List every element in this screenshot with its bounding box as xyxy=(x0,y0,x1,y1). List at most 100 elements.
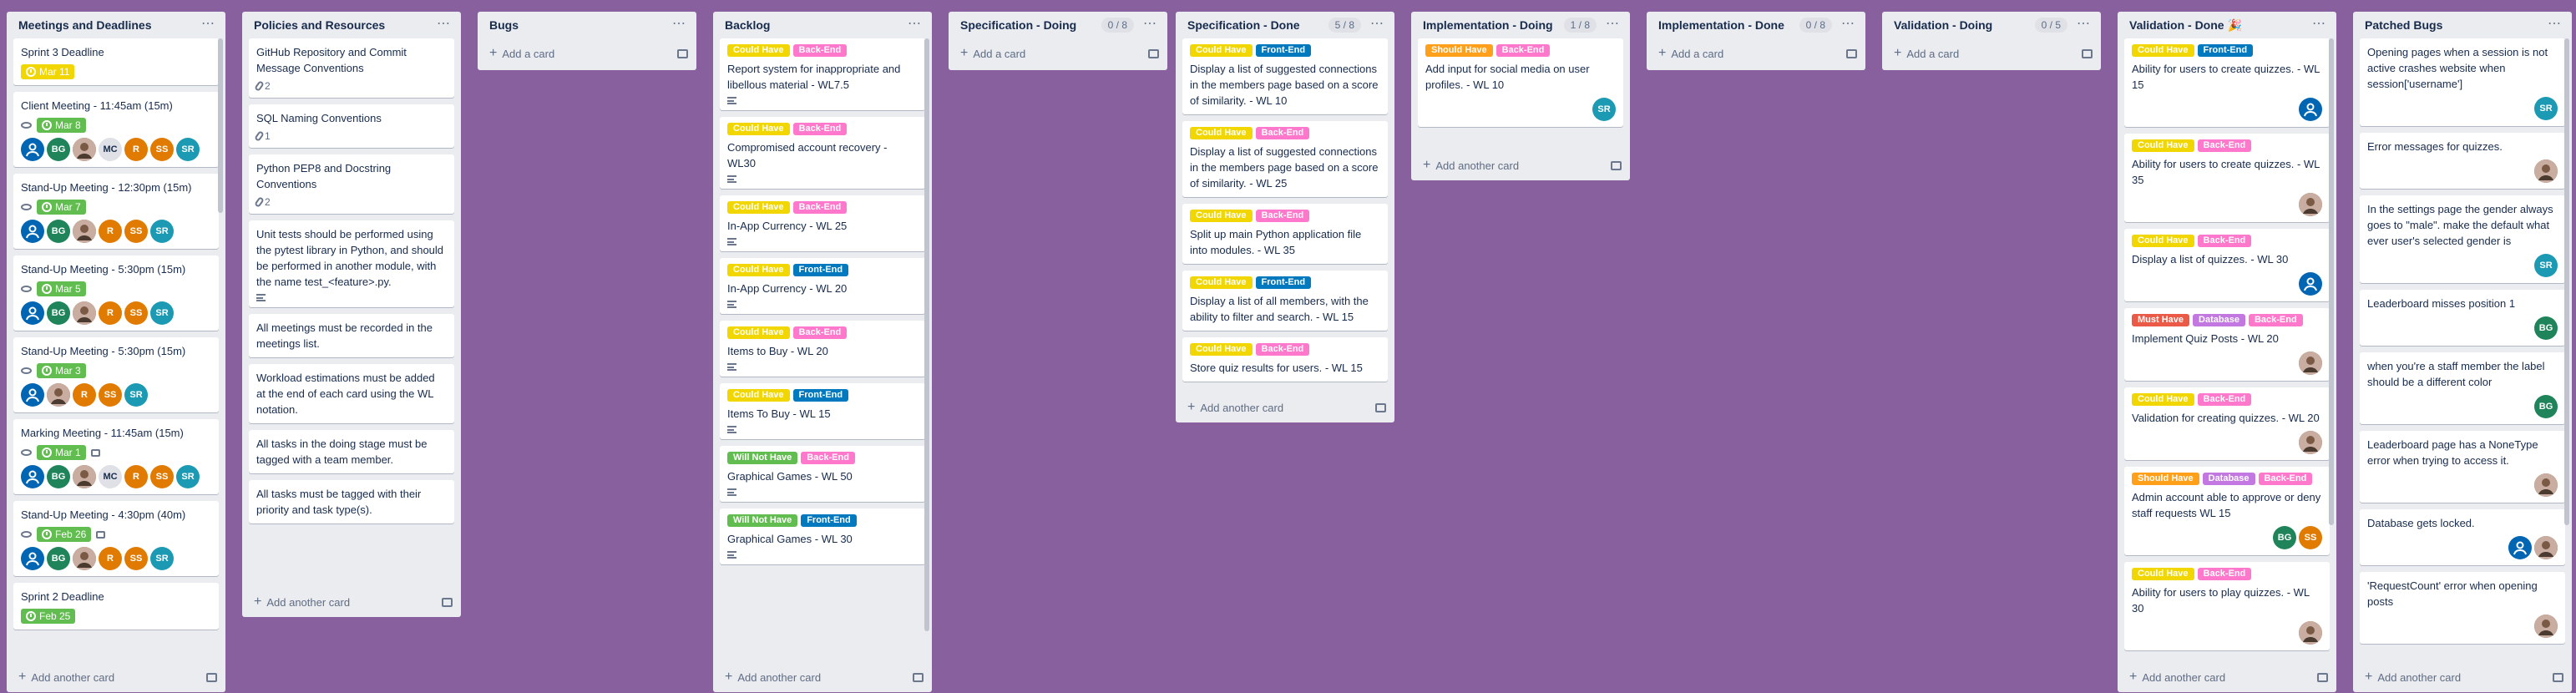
member-avatar[interactable]: R xyxy=(99,301,122,325)
add-card-button[interactable]: + Add another card xyxy=(7,662,225,692)
card-label[interactable]: Back-End xyxy=(2197,235,2252,247)
add-card-button[interactable]: + Add another card xyxy=(2353,662,2572,692)
list-menu-icon[interactable]: ⋯ xyxy=(434,16,453,34)
list-title[interactable]: Validation - Done 🎉 xyxy=(2129,18,2310,33)
card[interactable]: Could Have Back-End Display a list of quiz… xyxy=(2124,229,2330,301)
list-title[interactable]: Patched Bugs xyxy=(2365,18,2545,33)
list-scrollbar[interactable] xyxy=(2564,38,2569,662)
card-label[interactable]: Back-End xyxy=(801,452,855,464)
list-title[interactable]: Policies and Resources xyxy=(254,18,434,33)
card-label[interactable]: Could Have xyxy=(1190,343,1253,356)
card[interactable]: All tasks in the doing stage must be tag… xyxy=(249,430,454,473)
card-label[interactable]: Could Have xyxy=(727,201,790,214)
member-avatar-photo[interactable] xyxy=(73,220,96,243)
card[interactable]: Stand-Up Meeting - 5:30pm (15m) Mar 3 R SS S… xyxy=(13,337,219,412)
list-menu-icon[interactable]: ⋯ xyxy=(1141,16,1159,34)
card-label[interactable]: Back-End xyxy=(792,201,848,214)
list-header[interactable]: Bugs ⋯ xyxy=(478,12,696,38)
list-menu-icon[interactable]: ⋯ xyxy=(2074,16,2093,34)
card-template-icon[interactable] xyxy=(1148,48,1159,58)
member-avatar-photo[interactable] xyxy=(73,465,96,488)
add-card-button[interactable]: + Add a card xyxy=(478,38,696,68)
card-label[interactable]: Should Have xyxy=(2132,473,2199,485)
list-menu-icon[interactable]: ⋯ xyxy=(1839,16,1857,34)
card[interactable]: Could Have Back-End Items to Buy - WL 20 xyxy=(720,321,925,377)
card-template-icon[interactable] xyxy=(2317,672,2328,682)
card-label[interactable]: Could Have xyxy=(727,44,790,57)
member-avatar[interactable]: BG xyxy=(2534,316,2558,340)
member-avatar[interactable]: SR xyxy=(124,383,148,407)
due-date-badge[interactable]: Mar 1 xyxy=(37,445,86,460)
member-avatar[interactable]: SR xyxy=(176,465,200,488)
card-label[interactable]: Back-End xyxy=(1255,343,1310,356)
card-template-icon[interactable] xyxy=(913,672,924,682)
card[interactable]: All tasks must be tagged with their prio… xyxy=(249,480,454,524)
card[interactable]: Could Have Back-End Display a list of sugg… xyxy=(1182,121,1388,197)
list-title[interactable]: Meetings and Deadlines xyxy=(18,18,199,33)
card-label[interactable]: Could Have xyxy=(2132,568,2194,580)
member-avatar[interactable]: SR xyxy=(176,138,200,161)
add-card-button[interactable]: + Add another card xyxy=(242,587,461,617)
due-date-badge[interactable]: Feb 26 xyxy=(37,527,92,542)
card-template-icon[interactable] xyxy=(442,597,453,607)
card-label[interactable]: Back-End xyxy=(792,44,848,57)
add-card-button[interactable]: + Add another card xyxy=(713,662,932,692)
card[interactable]: Python PEP8 and Docstring Conventions 2 xyxy=(249,154,454,214)
card-label[interactable]: Could Have xyxy=(2132,235,2194,247)
list-header[interactable]: Specification - Doing 0 / 8 ⋯ xyxy=(949,12,1167,38)
list-title[interactable]: Backlog xyxy=(725,18,905,33)
member-avatar-photo[interactable] xyxy=(47,383,70,407)
member-avatar[interactable]: SS xyxy=(150,138,174,161)
member-avatar-person-icon[interactable] xyxy=(2508,536,2532,559)
member-avatar-person-icon[interactable] xyxy=(21,465,44,488)
list-menu-icon[interactable]: ⋯ xyxy=(1603,16,1622,34)
member-avatar-photo[interactable] xyxy=(73,138,96,161)
card[interactable]: Could Have Front-End Display a list of sug… xyxy=(1182,38,1388,114)
member-avatar-photo[interactable] xyxy=(2299,621,2322,645)
card[interactable]: Should Have Back-End Add input for social … xyxy=(1418,38,1623,127)
list-scrollbar[interactable] xyxy=(218,38,223,662)
add-card-button[interactable]: + Add another card xyxy=(2118,662,2336,692)
member-avatar-photo[interactable] xyxy=(2299,193,2322,216)
list-header[interactable]: Meetings and Deadlines ⋯ xyxy=(7,12,225,38)
card-label[interactable]: Could Have xyxy=(2132,393,2194,406)
card-template-icon[interactable] xyxy=(1846,48,1857,58)
member-avatar-person-icon[interactable] xyxy=(21,301,44,325)
card[interactable]: Unit tests should be performed using the… xyxy=(249,220,454,307)
due-date-badge[interactable]: Mar 8 xyxy=(37,118,86,133)
member-avatar[interactable]: MC xyxy=(99,465,122,488)
card-label[interactable]: Back-End xyxy=(792,326,848,339)
card[interactable]: Will Not Have Back-End Graphical Games - W… xyxy=(720,446,925,502)
card[interactable]: Could Have Back-End Report system for inap… xyxy=(720,38,925,110)
card-label[interactable]: Should Have xyxy=(1425,44,1493,57)
card-label[interactable]: Will Not Have xyxy=(727,452,798,464)
list-menu-icon[interactable]: ⋯ xyxy=(905,16,924,34)
list-scrollbar-thumb[interactable] xyxy=(2329,38,2334,525)
card[interactable]: In the settings page the gender always g… xyxy=(2360,195,2565,283)
card-label[interactable]: Could Have xyxy=(727,123,790,135)
card[interactable]: Could Have Back-End Validation for creatin… xyxy=(2124,387,2330,460)
due-date-badge[interactable]: Mar 7 xyxy=(37,200,86,215)
member-avatar[interactable]: MC xyxy=(99,138,122,161)
member-avatar[interactable]: BG xyxy=(2273,526,2296,549)
due-date-badge[interactable]: Mar 11 xyxy=(21,64,75,79)
card-template-icon[interactable] xyxy=(677,48,688,58)
card[interactable]: Stand-Up Meeting - 12:30pm (15m) Mar 7 BG R… xyxy=(13,174,219,249)
list-scrollbar-thumb[interactable] xyxy=(924,38,929,631)
add-card-button[interactable]: + Add a card xyxy=(1882,38,2101,68)
list-header[interactable]: Specification - Done 5 / 8 ⋯ xyxy=(1176,12,1394,38)
card[interactable]: Leaderboard misses position 1 BG xyxy=(2360,290,2565,346)
list-title[interactable]: Bugs xyxy=(489,18,670,33)
list-title[interactable]: Validation - Doing xyxy=(1894,18,2035,33)
list-title[interactable]: Implementation - Doing xyxy=(1423,18,1564,33)
card-label[interactable]: Back-End xyxy=(2197,568,2252,580)
card[interactable]: Should Have Database Back-End Admin account… xyxy=(2124,467,2330,555)
list-menu-icon[interactable]: ⋯ xyxy=(2545,16,2563,34)
card[interactable]: Stand-Up Meeting - 5:30pm (15m) Mar 5 BG R S… xyxy=(13,255,219,331)
member-avatar[interactable]: R xyxy=(99,220,122,243)
member-avatar-person-icon[interactable] xyxy=(21,138,44,161)
member-avatar[interactable]: SR xyxy=(2534,97,2558,120)
card[interactable]: Could Have Back-End Split up main Python a… xyxy=(1182,204,1388,264)
list-title[interactable]: Implementation - Done xyxy=(1658,18,1799,33)
member-avatar-person-icon[interactable] xyxy=(21,547,44,570)
